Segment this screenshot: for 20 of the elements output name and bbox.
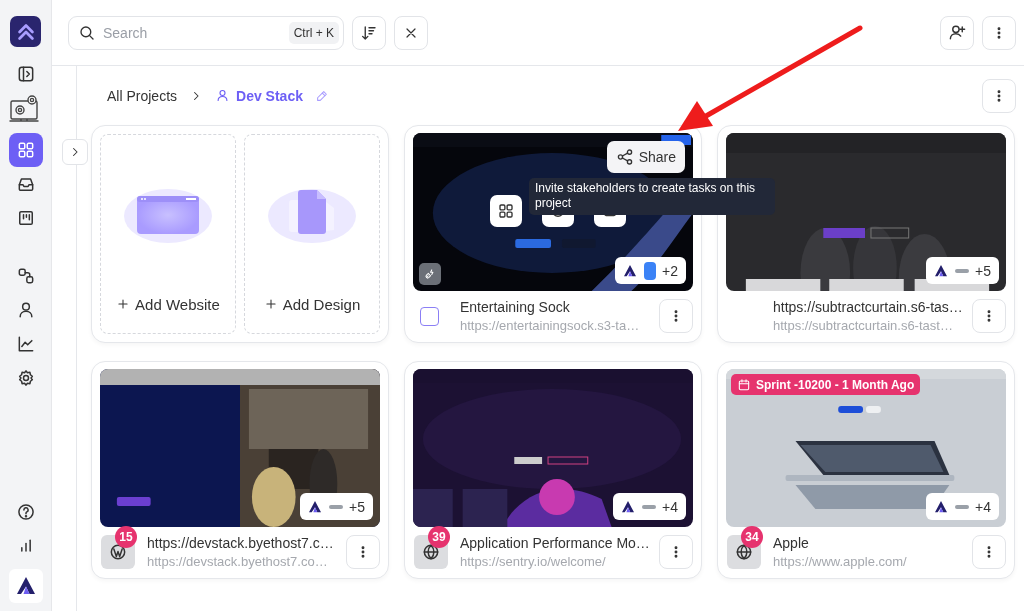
reviewer-count: +4 <box>662 498 678 515</box>
project-title: https://subtractcurtain.s6-tas… <box>773 299 964 315</box>
reviewer-count: +4 <box>975 498 991 515</box>
project-url: https://entertainingsock.s3-ta… <box>460 318 641 333</box>
project-title: Entertaining Sock <box>460 299 571 315</box>
tooltip: Invite stakeholders to create tasks on this project <box>529 178 775 215</box>
project-url: https://www.apple.com/ <box>773 554 908 569</box>
project-url: https://sentry.io/welcome/ <box>460 554 607 569</box>
project-title: https://devstack.byethost7.c… <box>147 535 335 551</box>
sprint-label: Sprint -10200 - 1 Month Ago <box>756 377 915 392</box>
reviewer-count: +5 <box>975 262 991 279</box>
project-title: Apple <box>773 535 810 551</box>
count-badge: 39 <box>428 526 450 548</box>
reviewer-count: +2 <box>662 262 678 279</box>
project-title: Application Performance Mo… <box>460 535 651 551</box>
project-url: https://subtractcurtain.s6-tast… <box>773 318 954 333</box>
reviewer-count: +5 <box>349 498 365 515</box>
project-url: https://devstack.byethost7.co… <box>147 554 329 569</box>
count-badge: 15 <box>115 526 137 548</box>
count-badge: 34 <box>741 526 763 548</box>
